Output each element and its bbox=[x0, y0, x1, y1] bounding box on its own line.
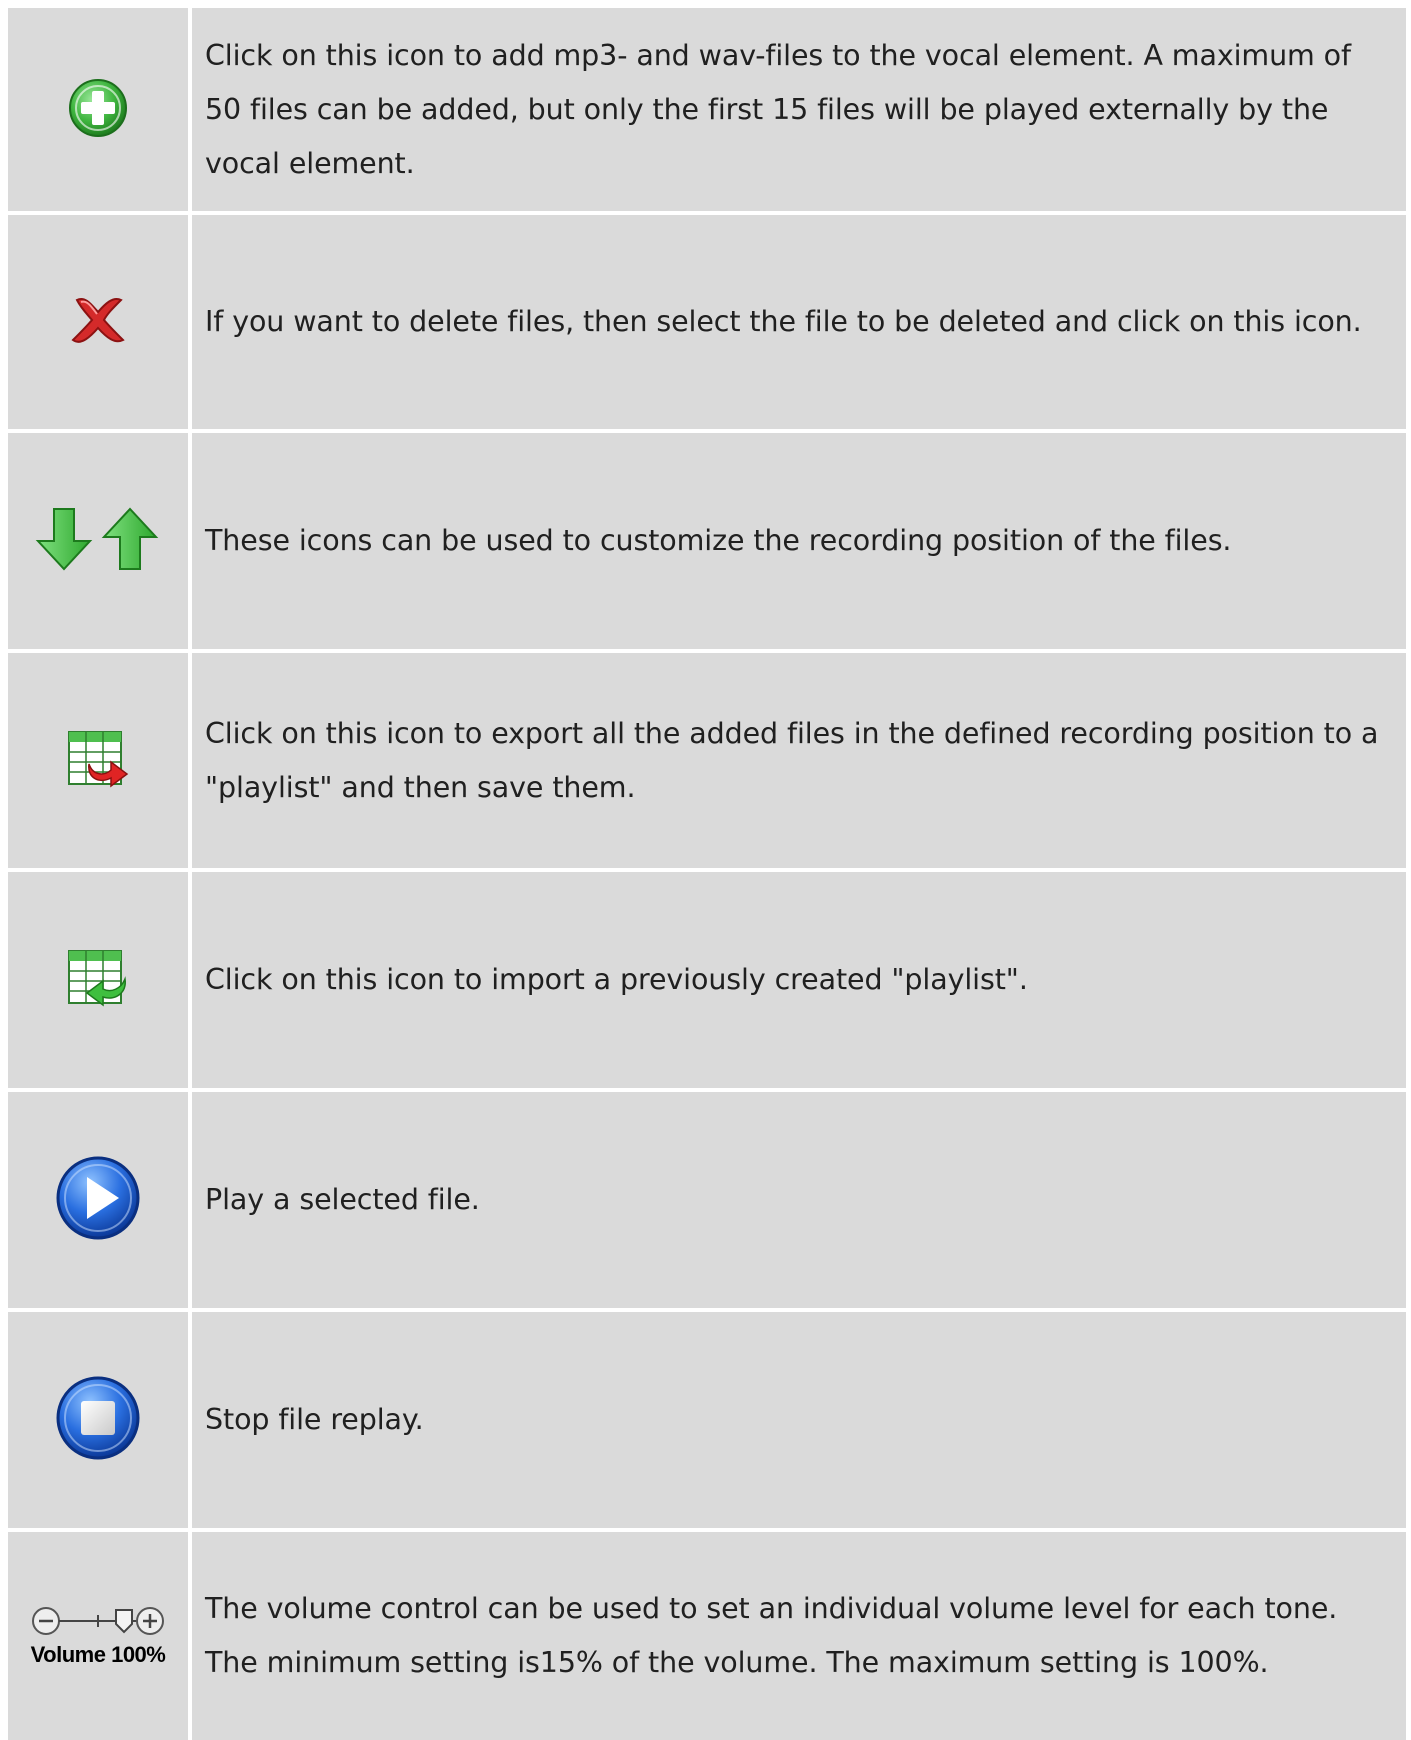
description-text: Click on this icon to export all the add… bbox=[192, 653, 1406, 868]
table-row-add: Click on this icon to add mp3- and wav-f… bbox=[8, 8, 1406, 211]
description-text: If you want to delete files, then select… bbox=[192, 215, 1406, 429]
table-row-delete: If you want to delete files, then select… bbox=[8, 215, 1406, 429]
table-row-stop: Stop file replay. bbox=[8, 1312, 1406, 1528]
icon-cell bbox=[8, 8, 192, 211]
table-row-export: Click on this icon to export all the add… bbox=[8, 653, 1406, 868]
table-row-import: Click on this icon to import a previousl… bbox=[8, 872, 1406, 1088]
icon-cell: Volume 100% bbox=[8, 1532, 192, 1740]
playlist-import-icon[interactable] bbox=[67, 949, 129, 1011]
icon-cell bbox=[8, 215, 192, 429]
icon-description-table: Click on this icon to add mp3- and wav-f… bbox=[8, 8, 1406, 1740]
icon-cell bbox=[8, 433, 192, 649]
playlist-export-icon[interactable] bbox=[67, 730, 129, 792]
volume-control-icon[interactable]: Volume 100% bbox=[28, 1604, 168, 1668]
table-row-volume: Volume 100% The volume control can be us… bbox=[8, 1532, 1406, 1740]
table-row-play: Play a selected file. bbox=[8, 1092, 1406, 1308]
stop-icon[interactable] bbox=[55, 1375, 141, 1465]
description-text: Play a selected file. bbox=[192, 1092, 1406, 1308]
description-text: The volume control can be used to set an… bbox=[192, 1532, 1406, 1740]
delete-x-icon[interactable] bbox=[69, 294, 127, 350]
move-down-up-icon[interactable] bbox=[34, 507, 162, 575]
description-text: Stop file replay. bbox=[192, 1312, 1406, 1528]
icon-cell bbox=[8, 1312, 192, 1528]
play-icon[interactable] bbox=[55, 1155, 141, 1245]
volume-slider-icon[interactable] bbox=[28, 1604, 168, 1638]
table-row-move: These icons can be used to customize the… bbox=[8, 433, 1406, 649]
icon-cell bbox=[8, 653, 192, 868]
description-text: These icons can be used to customize the… bbox=[192, 433, 1406, 649]
description-text: Click on this icon to add mp3- and wav-f… bbox=[192, 8, 1406, 211]
icon-cell bbox=[8, 1092, 192, 1308]
icon-cell bbox=[8, 872, 192, 1088]
arrow-up-icon bbox=[101, 507, 159, 570]
volume-label: Volume 100% bbox=[30, 1642, 166, 1667]
add-circle-icon[interactable] bbox=[67, 77, 129, 143]
description-text: Click on this icon to import a previousl… bbox=[192, 872, 1406, 1088]
arrow-down-icon bbox=[35, 508, 93, 571]
